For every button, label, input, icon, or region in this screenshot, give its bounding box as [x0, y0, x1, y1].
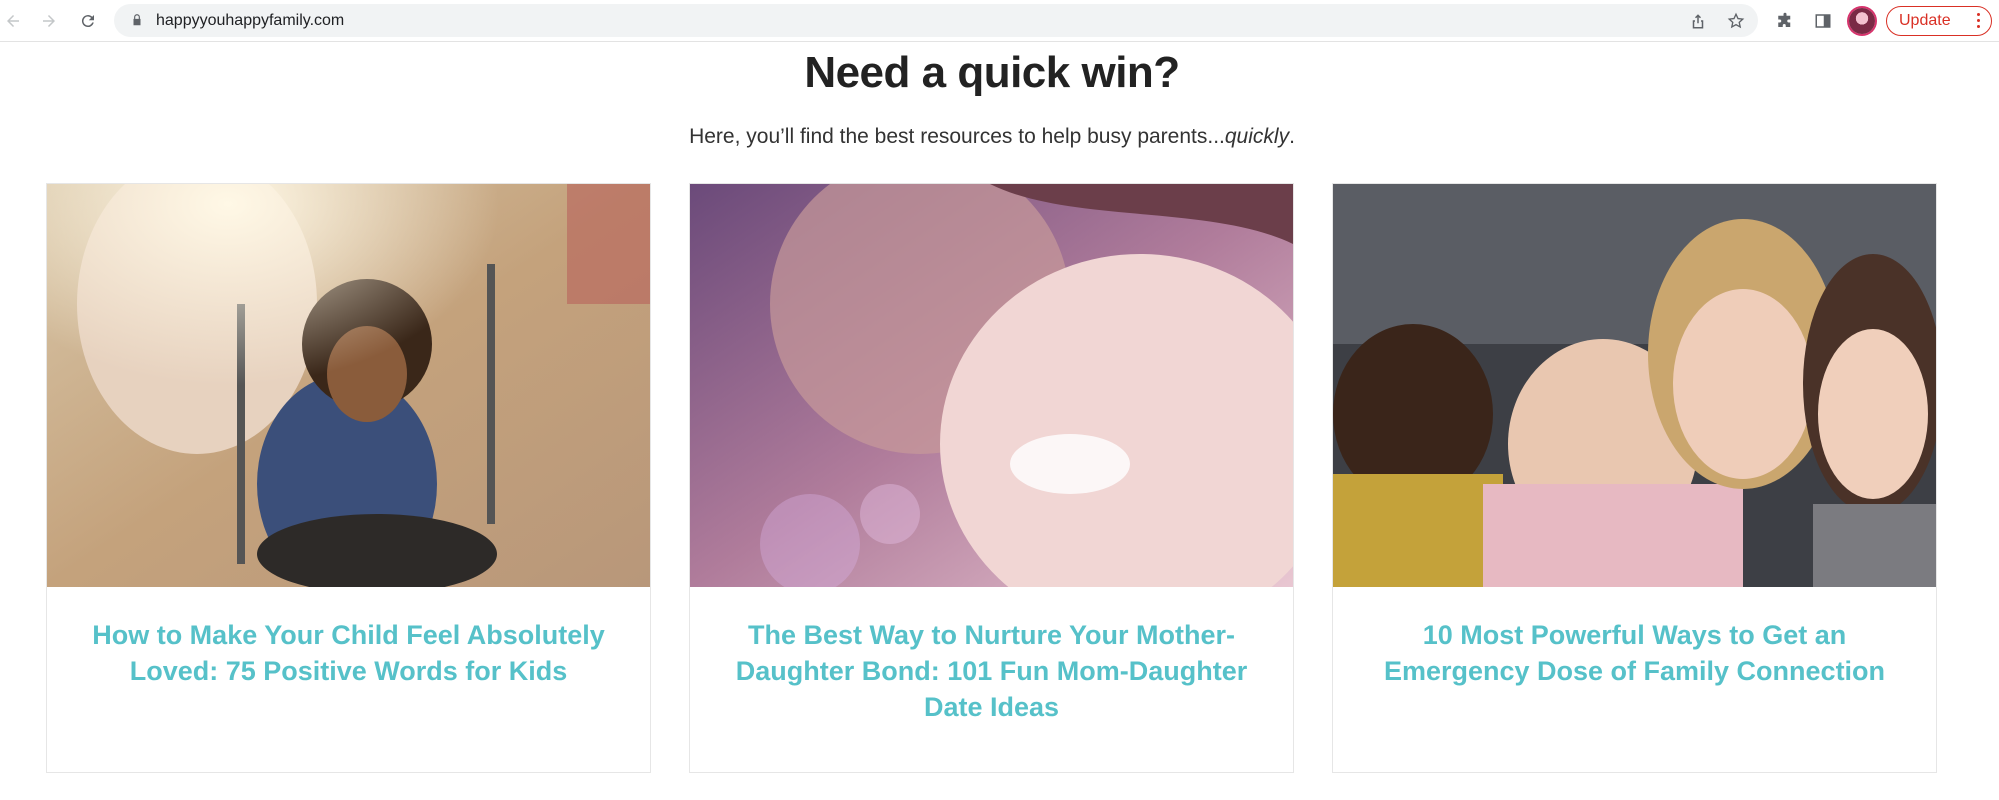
- section-title: Need a quick win?: [804, 48, 1180, 97]
- article-title-link[interactable]: 10 Most Powerful Ways to Get an Emergenc…: [1363, 617, 1906, 689]
- more-menu-icon: [1977, 13, 1981, 29]
- article-card[interactable]: 10 Most Powerful Ways to Get an Emergenc…: [1332, 183, 1937, 773]
- article-card[interactable]: The Best Way to Nurture Your Mother-Daug…: [689, 183, 1294, 773]
- subtitle-emphasis: quickly: [1224, 125, 1290, 148]
- browser-toolbar: happyyouhappyfamily.com Update: [0, 0, 1999, 42]
- profile-avatar[interactable]: [1849, 8, 1875, 34]
- reload-icon[interactable]: [75, 8, 101, 34]
- update-button[interactable]: Update: [1886, 6, 1992, 36]
- url-text[interactable]: happyyouhappyfamily.com: [156, 12, 344, 30]
- forward-arrow-icon[interactable]: [36, 8, 62, 34]
- article-photo[interactable]: [690, 184, 1293, 587]
- extensions-puzzle-icon[interactable]: [1773, 9, 1797, 33]
- subtitle-suffix: .: [1289, 125, 1295, 148]
- article-photo[interactable]: [47, 184, 650, 587]
- article-card[interactable]: How to Make Your Child Feel Absolutely L…: [46, 183, 651, 773]
- section-subtitle: Here, you’ll find the best resources to …: [0, 125, 1984, 149]
- subtitle-text: Here, you’ll find the best resources to …: [689, 125, 1225, 148]
- side-panel-icon[interactable]: [1811, 9, 1835, 33]
- article-title-link[interactable]: How to Make Your Child Feel Absolutely L…: [77, 617, 620, 689]
- bookmark-star-icon[interactable]: [1725, 10, 1747, 32]
- lock-icon: [130, 13, 144, 27]
- share-icon[interactable]: [1687, 10, 1709, 32]
- address-bar[interactable]: happyyouhappyfamily.com: [114, 4, 1758, 37]
- back-arrow-icon[interactable]: [0, 8, 26, 34]
- article-photo[interactable]: [1333, 184, 1936, 587]
- article-title-link[interactable]: The Best Way to Nurture Your Mother-Daug…: [720, 617, 1263, 725]
- update-button-label: Update: [1899, 12, 1951, 29]
